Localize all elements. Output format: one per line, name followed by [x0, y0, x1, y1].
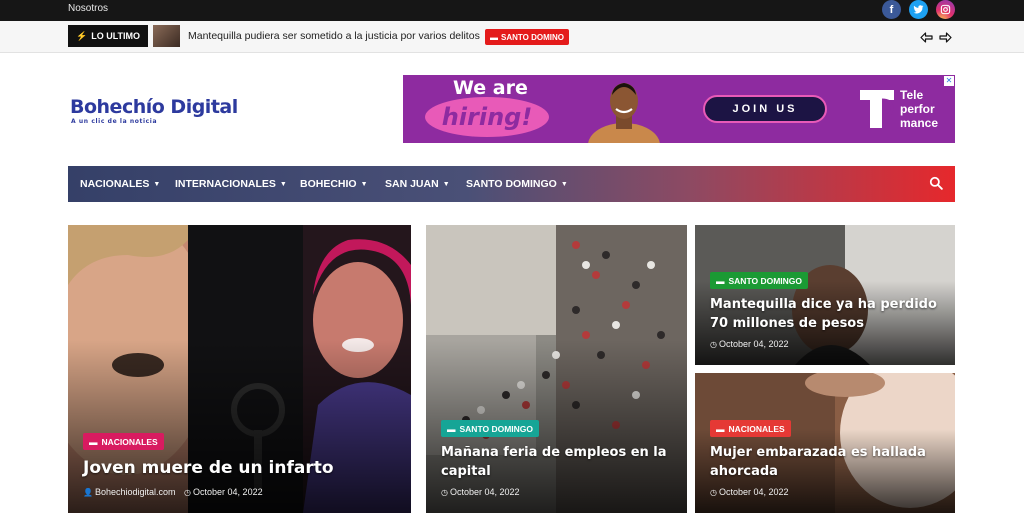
- category-badge[interactable]: ▬ SANTO DOMINGO: [710, 272, 809, 289]
- post-title[interactable]: Mujer embarazada es hallada ahorcada: [710, 443, 940, 481]
- category-text: NACIONALES: [101, 436, 158, 447]
- bolt-icon: ⚡: [76, 30, 88, 41]
- post-meta: ◷ October 04, 2022: [710, 339, 789, 349]
- post-meta: ◷ October 04, 2022: [710, 487, 789, 497]
- category-badge[interactable]: ▬ NACIONALES: [83, 433, 164, 450]
- post-date: October 04, 2022: [449, 487, 520, 497]
- user-icon: 👤: [83, 488, 93, 497]
- clock-icon: ◷: [710, 488, 717, 497]
- ticker-next-icon[interactable]: [937, 29, 953, 45]
- ad-person-image: [588, 83, 660, 143]
- ticker-prev-icon[interactable]: [918, 29, 934, 45]
- featured-post-card[interactable]: ▬ NACIONALES Joven muere de un infarto 👤…: [68, 225, 411, 513]
- folder-icon: ▬: [716, 423, 725, 434]
- clock-icon: ◷: [441, 488, 448, 497]
- clock-icon: ◷: [710, 340, 717, 349]
- category-text: SANTO DOMINGO: [459, 423, 534, 434]
- featured-post-card[interactable]: ▬ NACIONALES Mujer embarazada es hallada…: [695, 373, 955, 513]
- chevron-down-icon: ▼: [442, 181, 450, 188]
- nav-item-bohechio[interactable]: BOHECHIO ▼: [300, 178, 368, 190]
- category-text: NACIONALES: [728, 423, 785, 434]
- category-badge[interactable]: ▬ SANTO DOMINGO: [441, 420, 540, 437]
- chevron-down-icon: ▼: [360, 181, 368, 188]
- chevron-down-icon: ▼: [153, 181, 161, 188]
- folder-icon: ▬: [447, 423, 456, 434]
- category-text: SANTO DOMINGO: [728, 275, 803, 286]
- twitter-icon[interactable]: [909, 0, 928, 19]
- ticker-category-text: SANTO DOMINO: [501, 32, 564, 42]
- folder-icon: ▬: [490, 32, 498, 42]
- ad-brand-logo-icon: [860, 90, 894, 128]
- nav-item-nacionales[interactable]: NACIONALES ▼: [80, 178, 160, 190]
- post-title[interactable]: Joven muere de un infarto: [83, 458, 403, 478]
- category-badge[interactable]: ▬ NACIONALES: [710, 420, 791, 437]
- post-title[interactable]: Mañana feria de empleos en la capital: [441, 443, 671, 481]
- nav-item-santo-domingo[interactable]: SANTO DOMINGO ▼: [466, 178, 568, 190]
- logo-tagline: A un clic de la noticia: [71, 118, 158, 125]
- nav-item-internacionales[interactable]: INTERNACIONALES ▼: [175, 178, 287, 190]
- ticker-headline[interactable]: Mantequilla pudiera ser sometido a la ju…: [188, 30, 480, 42]
- folder-icon: ▬: [89, 436, 98, 447]
- lo-ultimo-label: ⚡ LO ULTIMO: [68, 25, 149, 47]
- ad-brand-name: Tele perfor mance: [900, 88, 938, 130]
- post-author[interactable]: Bohechiodigital.com: [95, 487, 176, 497]
- instagram-icon[interactable]: [936, 0, 955, 19]
- post-meta: ◷ October 04, 2022: [441, 487, 520, 497]
- ticker-thumbnail[interactable]: [153, 25, 180, 47]
- chevron-down-icon: ▼: [279, 181, 287, 188]
- folder-icon: ▬: [716, 275, 725, 286]
- ad-banner[interactable]: hiring! We are JOIN US Tele perfor mance…: [403, 75, 955, 143]
- ad-brand-line: Tele: [900, 88, 924, 102]
- logo-title: Bohechío Digital: [70, 96, 238, 118]
- chevron-down-icon: ▼: [560, 181, 568, 188]
- ad-brand-line: perfor: [900, 102, 935, 116]
- post-meta: 👤 Bohechiodigital.com ◷ October 04, 2022: [83, 487, 263, 497]
- lo-ultimo-text: LO ULTIMO: [91, 31, 141, 41]
- nav-item-san-juan[interactable]: SAN JUAN ▼: [385, 178, 450, 190]
- post-date: October 04, 2022: [193, 487, 263, 497]
- top-bar: Nosotros f: [0, 0, 1024, 21]
- post-date: October 04, 2022: [718, 339, 789, 349]
- breaking-news-bar: ⚡ LO ULTIMO Mantequilla pudiera ser some…: [0, 21, 1024, 53]
- facebook-icon[interactable]: f: [882, 0, 901, 19]
- search-icon[interactable]: [929, 176, 943, 190]
- clock-icon: ◷: [184, 488, 192, 497]
- ad-we-are-text: We are: [453, 77, 528, 99]
- ad-info-icon[interactable]: ✕: [944, 76, 954, 86]
- site-logo[interactable]: Bohechío Digital A un clic de la noticia: [70, 96, 238, 125]
- featured-post-card[interactable]: ▬ SANTO DOMINGO Mañana feria de empleos …: [426, 225, 687, 513]
- featured-post-card[interactable]: ▬ SANTO DOMINGO Mantequilla dice ya ha p…: [695, 225, 955, 365]
- main-navigation: NACIONALES ▼ INTERNACIONALES ▼ BOHECHIO ▼ S…: [68, 166, 955, 202]
- ad-brand-line: mance: [900, 116, 939, 130]
- ad-join-us-button[interactable]: JOIN US: [703, 95, 827, 123]
- ad-hiring-text: hiring!: [425, 97, 549, 137]
- nosotros-link[interactable]: Nosotros: [68, 3, 108, 14]
- post-title[interactable]: Mantequilla dice ya ha perdido 70 millon…: [710, 295, 940, 333]
- post-date: October 04, 2022: [718, 487, 789, 497]
- ticker-category-badge[interactable]: ▬ SANTO DOMINO: [485, 29, 569, 45]
